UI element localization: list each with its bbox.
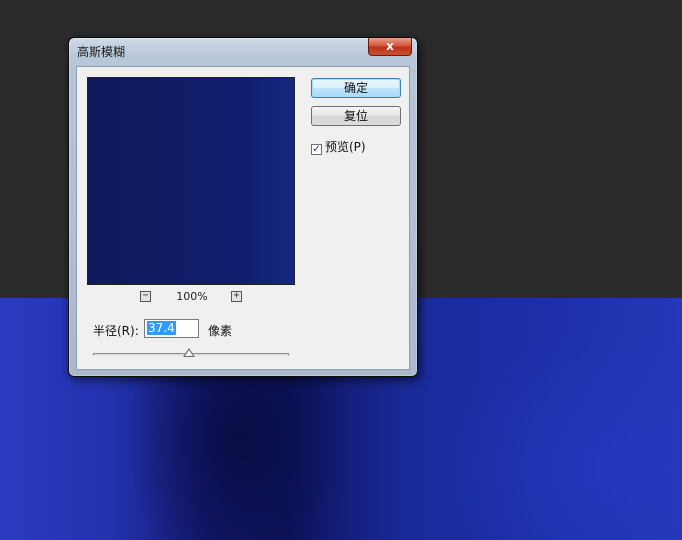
zoom-level: 100% (176, 290, 208, 303)
zoom-in-icon: + (233, 290, 240, 301)
zoom-out-button[interactable]: − (140, 291, 151, 302)
radius-label: 半径(R): (93, 324, 139, 338)
ok-button[interactable]: 确定 (311, 78, 401, 98)
zoom-in-button[interactable]: + (231, 291, 242, 302)
preview-thumbnail[interactable] (87, 77, 295, 285)
preview-checkbox-label: 预览(P) (325, 140, 366, 154)
preview-checkbox[interactable]: ✓ 预览(P) (311, 139, 366, 155)
gaussian-blur-dialog: 高斯模糊 x − 100% + 确定 复位 ✓ 预览(P) 半径(R): 37.4… (68, 37, 418, 377)
title-bar[interactable]: 高斯模糊 x (69, 38, 417, 64)
radius-unit-label: 像素 (208, 324, 233, 338)
dialog-title: 高斯模糊 (77, 45, 126, 59)
radius-value: 37.4 (147, 321, 176, 335)
close-button[interactable]: x (368, 38, 412, 56)
dialog-body: − 100% + 确定 复位 ✓ 预览(P) 半径(R): 37.4 像素 (76, 66, 410, 370)
zoom-out-icon: − (142, 290, 149, 301)
radius-input[interactable]: 37.4 (144, 319, 199, 338)
reset-button[interactable]: 复位 (311, 106, 401, 126)
close-icon: x (386, 39, 394, 53)
radius-slider-thumb[interactable] (183, 348, 196, 357)
checkbox-check-icon[interactable]: ✓ (311, 144, 322, 155)
